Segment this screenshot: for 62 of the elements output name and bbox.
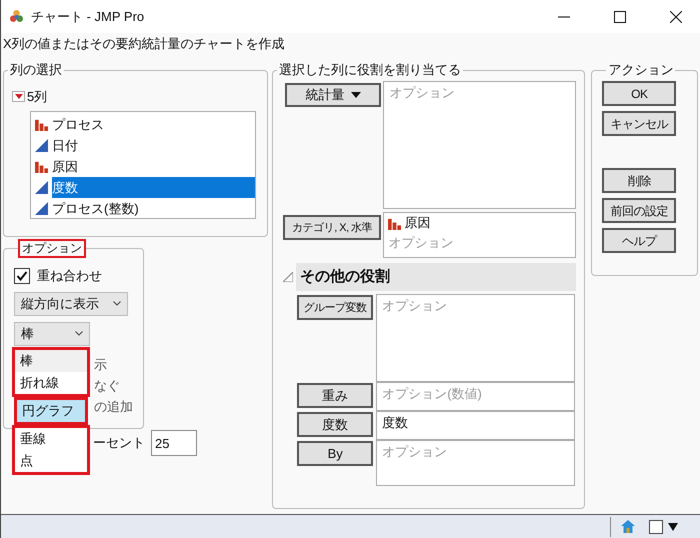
bar-chart-icon [35,118,48,130]
role-column-name: 原因 [404,214,430,232]
placeholder-text: オプション [382,443,448,461]
action-button[interactable]: 削除 [602,168,676,193]
home-icon[interactable] [621,520,635,533]
dropdown-menu[interactable]: 棒 折れ線 円グラフ 垂線 点 [12,347,90,475]
percent-label: ーセント [93,434,145,452]
chevron-down-icon [113,301,121,306]
disclosure-icon[interactable] [283,272,294,282]
triangle-icon [35,202,48,214]
role-column-name: 度数 [382,414,410,432]
disclosure-icon[interactable] [12,91,25,102]
column-list-item[interactable]: 原因 [52,156,255,176]
dropdown[interactable]: 縦方向に表示 [14,292,128,316]
maximize-icon[interactable] [614,10,626,22]
column-list-item[interactable]: 日付 [52,134,255,156]
column-count-label: 5列 [27,88,48,106]
role-button[interactable]: グループ変数 [297,295,374,320]
chevron-down-icon [75,331,83,336]
group-title: アクション [607,61,674,79]
placeholder-text: オプション [388,234,454,252]
window-title: チャート - JMP Pro [31,8,144,26]
bar-chart-icon [35,160,48,172]
app-logo-icon [10,10,23,23]
role-button[interactable]: By [297,441,374,466]
bar-chart-icon [388,216,402,230]
action-button[interactable]: OK [602,81,676,106]
placeholder-text: オプション [389,84,456,102]
dropdown-option[interactable]: 円グラフ [17,400,85,422]
checkbox[interactable] [14,268,30,284]
dropdown-option[interactable]: 棒 [15,350,87,372]
action-button[interactable]: 前回の設定 [602,198,676,223]
caret-icon [350,92,361,98]
column-list-item[interactable]: プロセス [52,114,255,134]
group-title: 選択した列に役割を割り当てる [278,61,462,79]
dropdown[interactable]: 棒 [14,322,90,346]
role-list-box[interactable]: 原因 オプション [383,212,576,258]
triangle-icon [35,138,48,152]
option-label: 示 [94,356,108,374]
caret-icon[interactable] [668,522,678,530]
column-list-item[interactable]: 度数 [52,176,255,198]
group-title: 列の選択 [9,61,63,79]
section-header: その他の役割 [296,263,576,291]
triangle-icon [35,180,48,194]
checkbox-label: 重ね合わせ [37,267,102,285]
action-button[interactable]: ヘルプ [602,228,676,253]
option-label: なぐ [94,376,121,394]
action-button[interactable]: キャンセル [602,111,676,136]
statistic-button[interactable]: 統計量 [285,83,382,107]
close-icon[interactable] [670,10,682,22]
role-button[interactable]: 度数 [297,412,374,437]
description-text: X列の値またはその要約統計量のチャートを作成 [3,35,286,53]
placeholder-text: オプション(数値) [382,385,483,403]
group-title: オプション [18,239,86,258]
role-button[interactable]: 重み [297,383,374,408]
placeholder-text: オプション [382,297,448,315]
column-list-item[interactable]: プロセス(整数) [52,198,255,218]
window-selector-box[interactable] [649,520,663,534]
role-list-box[interactable]: 度数 [376,411,576,440]
role-button[interactable]: カテゴリ, X, 水準 [283,215,382,240]
percent-field[interactable]: 25 [151,430,197,456]
option-label: の追加 [94,398,133,416]
